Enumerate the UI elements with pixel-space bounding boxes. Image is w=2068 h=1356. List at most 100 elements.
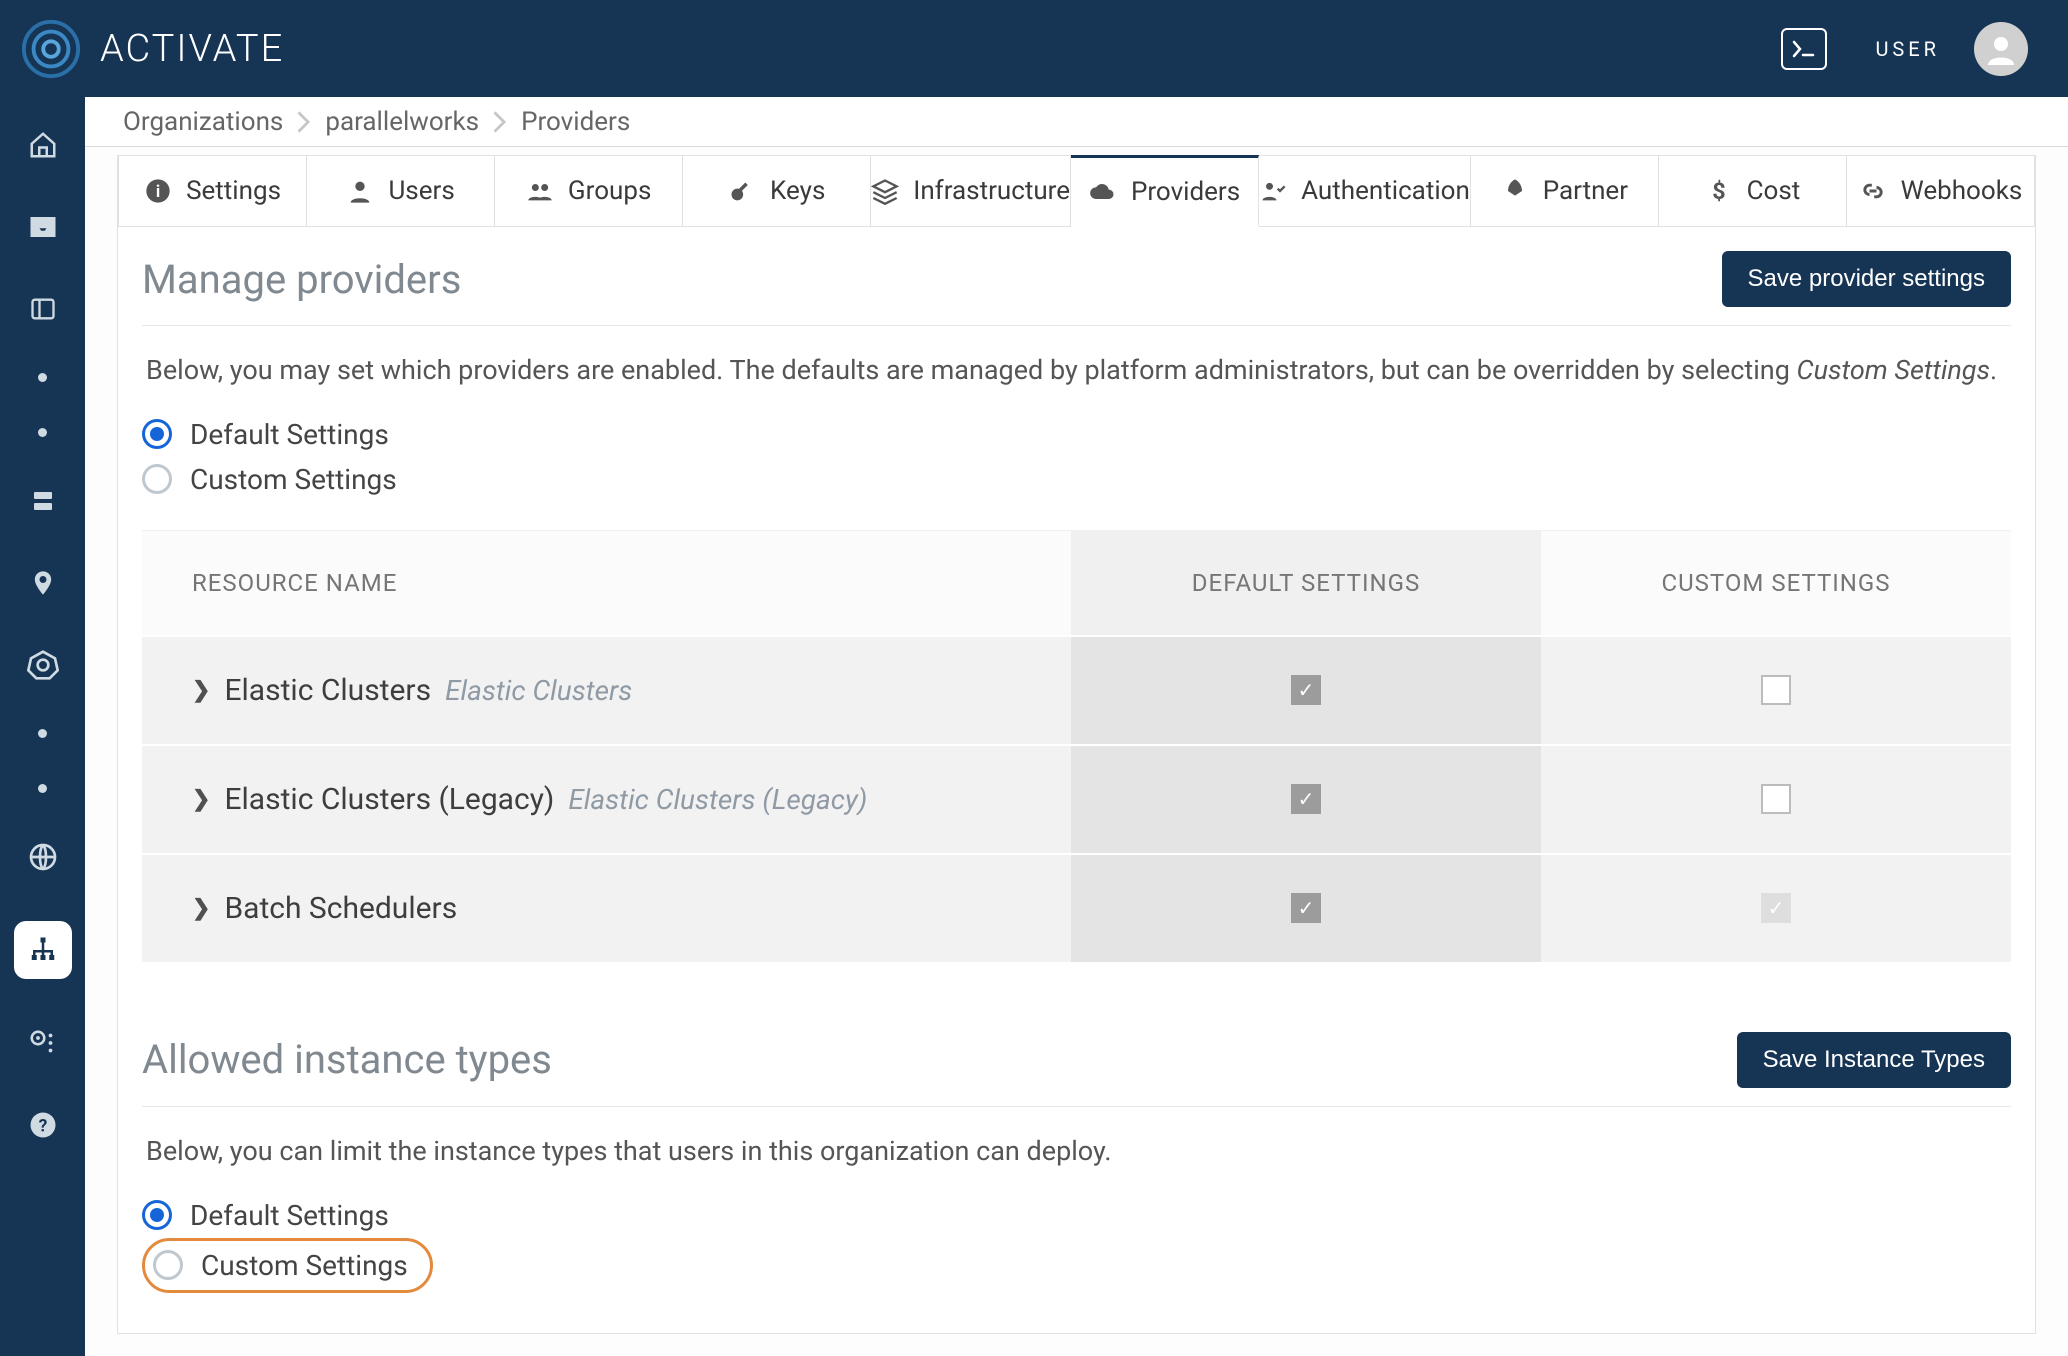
terminal-icon [1792,40,1816,58]
save-instance-types-button[interactable]: Save Instance Types [1737,1032,2011,1088]
nav-separator-dot [38,373,47,382]
logo[interactable]: ACTIVATE [20,18,284,80]
radio-icon [142,464,172,494]
nav-kubernetes-icon[interactable] [25,647,61,683]
tab-partner[interactable]: Partner [1471,155,1659,226]
resource-hint: Elastic Clusters [445,674,632,707]
providers-radio-default[interactable]: Default Settings [142,412,2011,457]
nav-globe-icon[interactable] [25,839,61,875]
tab-users[interactable]: Users [307,155,495,226]
table-row: ❯Elastic ClustersElastic Clusters ✓ [142,635,2011,744]
tab-label: Infrastructure [913,176,1070,206]
tab-label: Groups [568,176,651,206]
tab-label: Providers [1131,177,1240,207]
breadcrumb-item[interactable]: Organizations [123,107,283,137]
providers-section: Manage providers Save provider settings … [118,227,2035,962]
tab-keys[interactable]: Keys [683,155,871,226]
logo-swirl-icon [20,18,82,80]
brand-name: ACTIVATE [100,27,284,71]
tab-providers[interactable]: Providers [1071,155,1259,227]
radio-icon [153,1250,183,1280]
nav-org-icon[interactable] [14,921,72,979]
desc-text: . [1990,354,1997,386]
instances-section: Allowed instance types Save Instance Typ… [118,1008,2035,1293]
instances-description: Below, you can limit the instance types … [142,1107,2011,1193]
tab-label: Keys [770,176,825,206]
layers-icon [871,177,899,205]
tab-label: Cost [1747,176,1801,206]
th-default: DEFAULT SETTINGS [1071,531,1541,635]
terminal-button[interactable] [1781,28,1827,70]
instances-radio-custom[interactable]: Custom Settings [153,1249,408,1282]
chevron-right-icon [297,111,311,133]
tab-infrastructure[interactable]: Infrastructure [871,155,1071,226]
nav-location-icon[interactable] [25,565,61,601]
user-avatar[interactable] [1974,22,2028,76]
cloud-icon [1089,178,1117,206]
left-nav: ? [0,97,85,1356]
radio-icon [142,419,172,449]
tab-settings[interactable]: iSettings [118,155,307,226]
nav-separator-dot [38,428,47,437]
table-row: ❯Batch Schedulers ✓ ✓ [142,853,2011,962]
radio-label: Custom Settings [201,1249,408,1282]
desc-em: Custom Settings [1797,354,1990,386]
tab-label: Webhooks [1901,176,2023,206]
resource-name: Elastic Clusters [224,673,431,708]
instances-radio-default[interactable]: Default Settings [142,1193,2011,1238]
th-custom: CUSTOM SETTINGS [1541,531,2011,635]
checkbox-empty[interactable] [1761,784,1791,814]
radio-label: Custom Settings [190,463,397,496]
tab-authentication[interactable]: Authentication [1259,155,1471,226]
auth-icon [1259,177,1287,205]
user-label: USER [1875,37,1940,61]
svg-text:i: i [156,182,160,201]
resource-hint: Elastic Clusters (Legacy) [568,783,867,816]
nav-home-icon[interactable] [25,127,61,163]
nav-separator-dot [38,784,47,793]
key-icon [728,177,756,205]
checkbox-checked-icon: ✓ [1291,784,1321,814]
checkbox-empty[interactable] [1761,675,1791,705]
providers-description: Below, you may set which providers are e… [142,326,2011,412]
user-icon [346,177,374,205]
info-icon: i [144,177,172,205]
chevron-right-icon[interactable]: ❯ [192,787,210,812]
nav-help-icon[interactable]: ? [25,1107,61,1143]
nav-settings-icon[interactable] [25,1025,61,1061]
svg-text:$: $ [1712,177,1725,205]
tab-label: Partner [1543,176,1628,206]
nav-separator-dot [38,729,47,738]
tab-groups[interactable]: Groups [495,155,683,226]
svg-text:?: ? [38,1116,47,1136]
tab-webhooks[interactable]: Webhooks [1847,155,2035,226]
tab-label: Users [388,176,454,206]
chevron-right-icon [493,111,507,133]
save-providers-button[interactable]: Save provider settings [1722,251,2011,307]
avatar-icon [1983,31,2019,67]
nav-server-icon[interactable] [25,483,61,519]
breadcrumb-item[interactable]: parallelworks [325,107,479,137]
rocket-icon [1501,177,1529,205]
resource-name: Elastic Clusters (Legacy) [224,782,554,817]
group-icon [526,177,554,205]
chevron-right-icon[interactable]: ❯ [192,678,210,703]
checkbox-checked-icon: ✓ [1291,893,1321,923]
main-panel: iSettings Users Groups Keys Infrastructu… [117,155,2036,1334]
tab-cost[interactable]: $ Cost [1659,155,1847,226]
link-icon [1859,177,1887,205]
nav-inbox-icon[interactable] [25,209,61,245]
radio-label: Default Settings [190,418,389,451]
table-row: ❯ Elastic Clusters (Legacy) Elastic Cluste… [142,744,2011,853]
th-resource: RESOURCE NAME [142,531,1071,635]
nav-panel-icon[interactable] [25,291,61,327]
highlight-annotation: Custom Settings [142,1238,433,1293]
section-title: Allowed instance types [142,1036,552,1083]
providers-radio-custom[interactable]: Custom Settings [142,457,2011,502]
radio-icon [142,1200,172,1230]
breadcrumb-item[interactable]: Providers [521,107,630,137]
chevron-right-icon[interactable]: ❯ [192,896,210,921]
resource-name: Batch Schedulers [224,891,457,926]
desc-text: Below, you may set which providers are e… [146,354,1797,386]
tab-bar: iSettings Users Groups Keys Infrastructu… [118,155,2035,227]
